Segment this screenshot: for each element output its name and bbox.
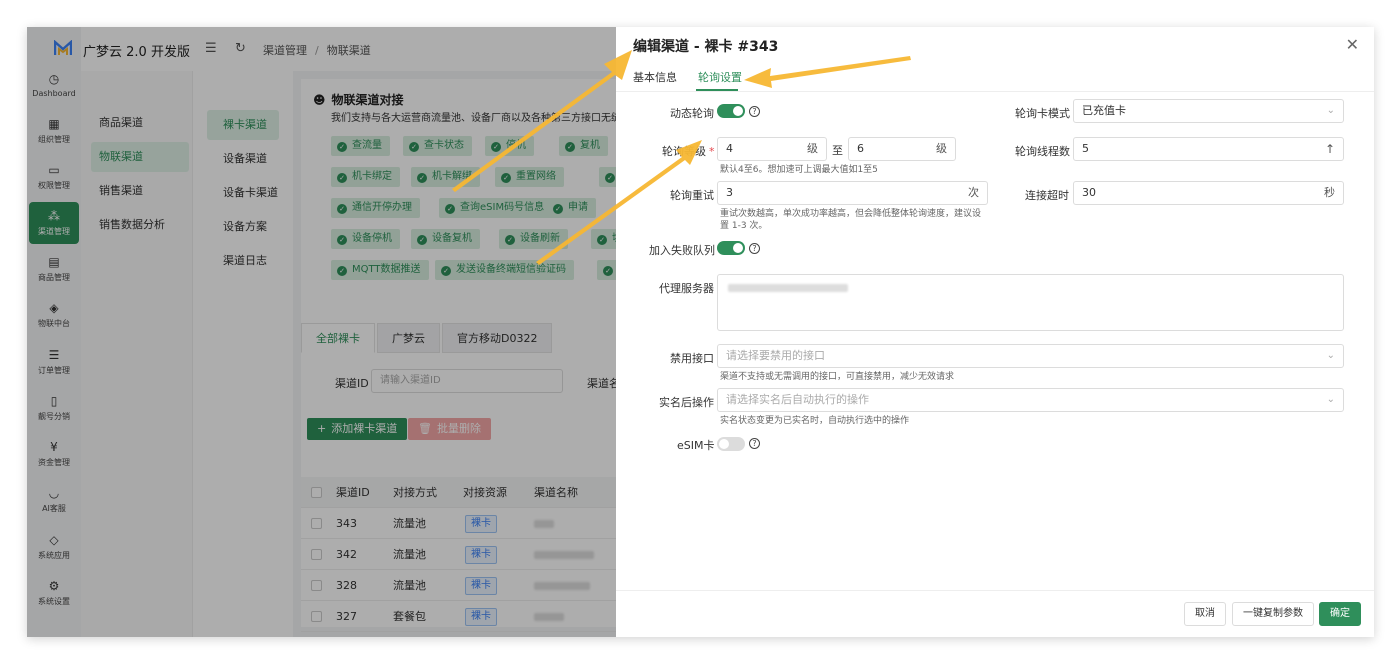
card-mode-label: 轮询卡模式 xyxy=(1015,107,1070,120)
card-mode-select[interactable]: 已充值卡 ⌄ xyxy=(1073,99,1344,123)
timeout-label: 连接超时 xyxy=(1025,189,1069,202)
chevron-down-icon: ⌄ xyxy=(1326,394,1335,405)
after-realname-select[interactable]: 请选择实名后自动执行的操作 ⌄ xyxy=(717,388,1344,412)
timeout-input[interactable]: 30 秒 xyxy=(1073,181,1344,205)
edit-channel-drawer: 编辑渠道 - 裸卡 #343 ✕ 基本信息 轮询设置 动态轮询 ? 轮询等级 * … xyxy=(616,27,1374,637)
esim-toggle[interactable] xyxy=(717,437,745,451)
polling-level-label: 轮询等级 * xyxy=(662,145,715,158)
close-icon[interactable]: ✕ xyxy=(1346,35,1359,54)
disabled-api-select[interactable]: 请选择要禁用的接口 ⌄ xyxy=(717,344,1344,368)
chevron-down-icon: ⌄ xyxy=(1326,350,1335,361)
chevron-down-icon: ⌄ xyxy=(1326,105,1335,116)
polling-retry-hint-2: 置 1-3 次。 xyxy=(720,221,768,231)
polling-level-min-input[interactable]: 4级 xyxy=(717,137,827,161)
fail-queue-label: 加入失败队列 xyxy=(649,244,715,257)
after-realname-label: 实名后操作 xyxy=(659,396,714,409)
level-range-separator: 至 xyxy=(832,144,843,157)
disabled-api-label: 禁用接口 xyxy=(670,352,714,365)
help-icon[interactable]: ? xyxy=(749,243,760,254)
threads-label: 轮询线程数 xyxy=(1015,145,1070,158)
proxy-server-label: 代理服务器 xyxy=(659,282,714,295)
polling-retry-hint-1: 重试次数越高，单次成功率越高，但会降低整体轮询速度，建议设 xyxy=(720,209,982,219)
arrow-up-icon: ↑ xyxy=(1324,142,1335,156)
footer-divider xyxy=(616,590,1374,591)
cancel-button[interactable]: 取消 xyxy=(1184,602,1226,626)
drawer-title: 编辑渠道 - 裸卡 #343 xyxy=(633,39,779,55)
help-icon[interactable]: ? xyxy=(749,106,760,117)
copy-params-button[interactable]: 一键复制参数 xyxy=(1232,602,1314,626)
dynamic-polling-label: 动态轮询 xyxy=(670,107,714,120)
threads-input[interactable]: 5 ↑ xyxy=(1073,137,1344,161)
tab-basic-info[interactable]: 基本信息 xyxy=(633,69,677,85)
fail-queue-toggle[interactable] xyxy=(717,241,745,255)
esim-label: eSIM卡 xyxy=(677,439,715,452)
polling-retry-label: 轮询重试 xyxy=(670,189,714,202)
modal-overlay[interactable] xyxy=(81,27,643,637)
modal-overlay-rail[interactable] xyxy=(27,27,81,637)
polling-level-max-input[interactable]: 6级 xyxy=(848,137,956,161)
tab-polling-settings[interactable]: 轮询设置 xyxy=(698,69,742,85)
proxy-value-blurred xyxy=(728,284,848,292)
dynamic-polling-toggle[interactable] xyxy=(717,104,745,118)
help-icon[interactable]: ? xyxy=(749,438,760,449)
tab-divider xyxy=(616,91,1374,92)
proxy-server-textarea[interactable] xyxy=(717,274,1344,331)
polling-retry-input[interactable]: 3次 xyxy=(717,181,988,205)
app-window: ◷ Dashboard ▦ 组织管理 ▭ 权限管理 ⁂ 渠道管理 ▤ 商品管理 ◈ 物联中台 ☰ 订单管理… xyxy=(27,27,1374,637)
confirm-button[interactable]: 确定 xyxy=(1319,602,1361,626)
polling-level-hint: 默认4至6。想加速可上调最大值如1至5 xyxy=(720,165,878,175)
disabled-api-hint: 渠道不支持或无需调用的接口，可直接禁用，减少无效请求 xyxy=(720,372,955,382)
after-realname-hint: 实名状态变更为已实名时，自动执行选中的操作 xyxy=(720,416,910,426)
